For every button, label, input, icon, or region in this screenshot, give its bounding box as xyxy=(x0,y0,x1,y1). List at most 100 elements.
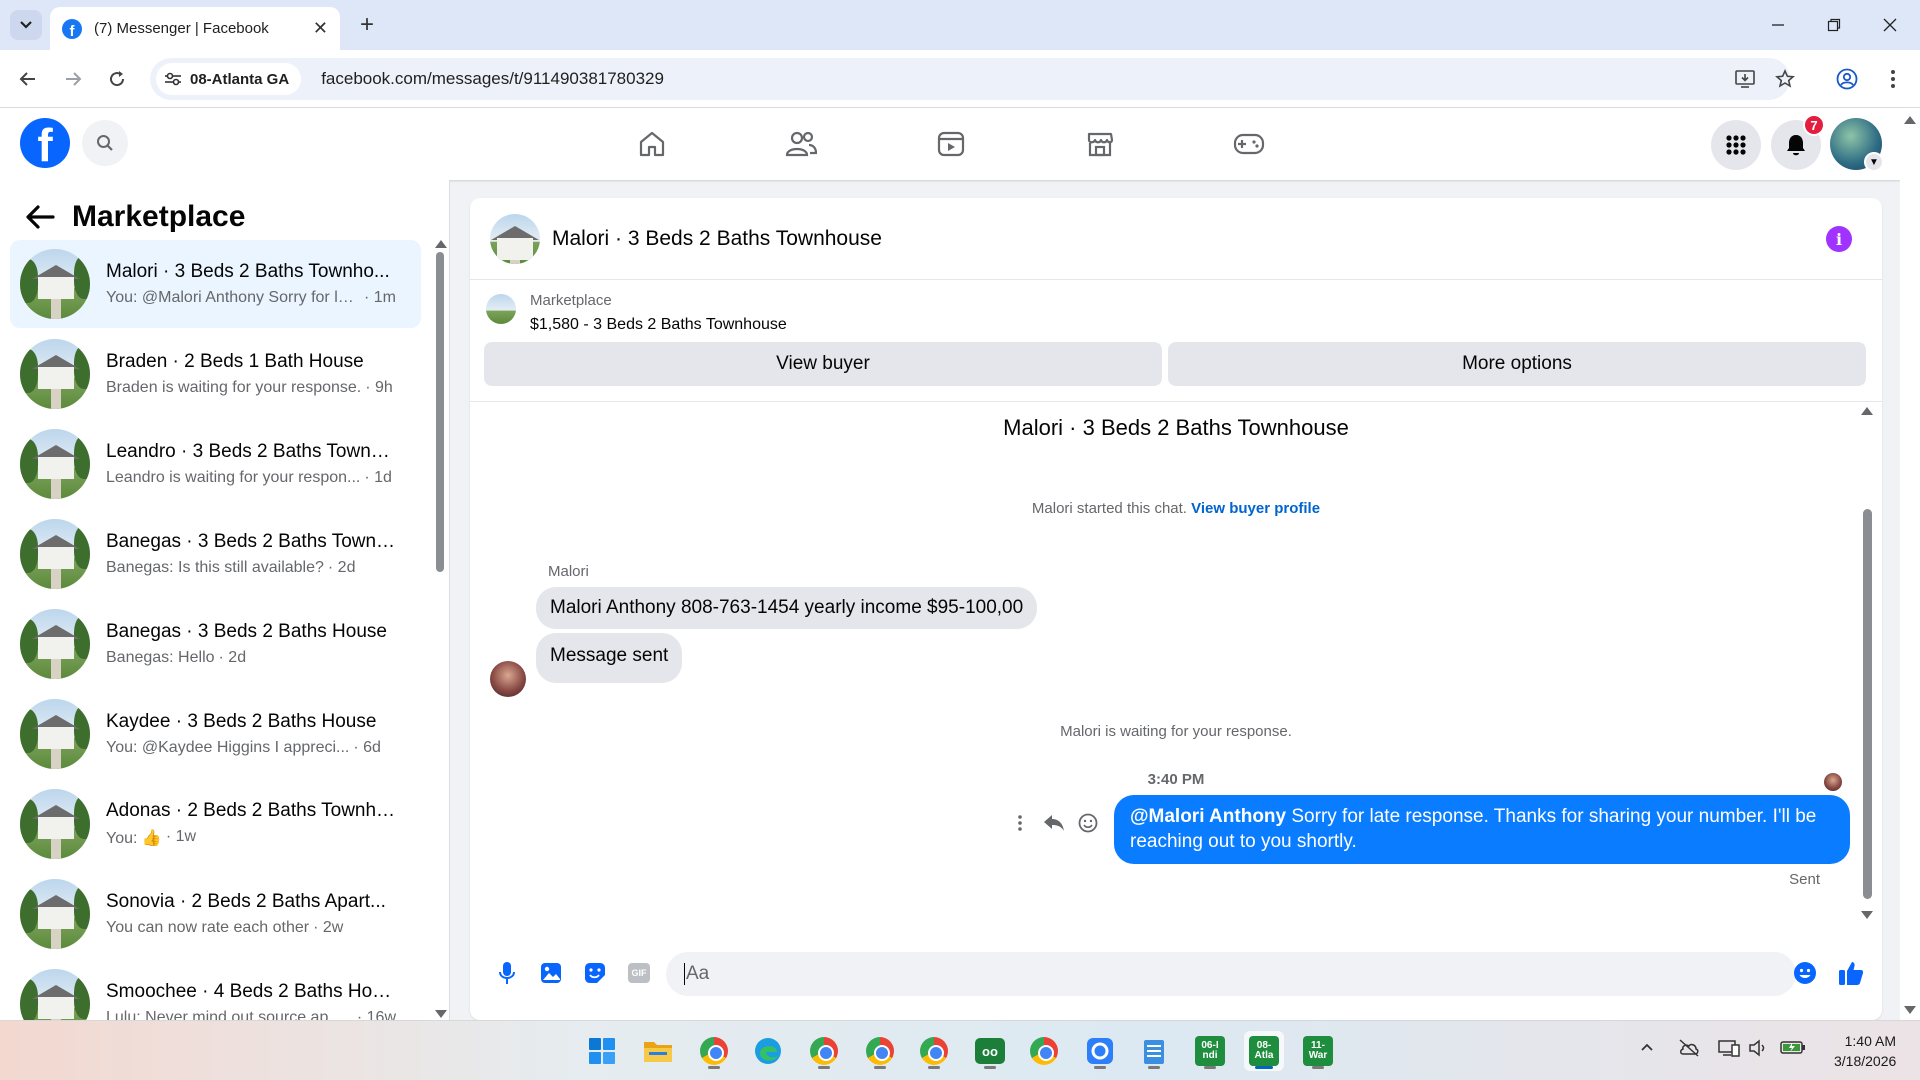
message-more-button[interactable] xyxy=(1006,809,1034,837)
nav-friends[interactable] xyxy=(771,120,831,168)
scroll-up-icon[interactable] xyxy=(435,240,447,248)
conversation-item[interactable]: Kaydee · 3 Beds 2 Baths House You: @Kayde… xyxy=(10,690,421,778)
sender-avatar[interactable] xyxy=(490,661,526,697)
browser-tab-messenger[interactable]: f (7) Messenger | Facebook ✕ xyxy=(50,7,340,50)
conversation-time: · 16w xyxy=(356,1009,396,1020)
conversation-item[interactable]: Leandro · 3 Beds 2 Baths Townh... Leandro… xyxy=(10,420,421,508)
chat-started-text: Malori started this chat. xyxy=(1031,500,1187,517)
scroll-down-icon[interactable] xyxy=(435,1010,447,1018)
incoming-message[interactable]: Malori Anthony 808-763-1454 yearly incom… xyxy=(536,587,1038,629)
scroll-up-icon[interactable] xyxy=(1904,116,1916,124)
taskbar-tile-1[interactable]: 06-I ndi xyxy=(1190,1031,1230,1071)
back-arrow-icon[interactable] xyxy=(24,204,56,230)
incoming-message[interactable]: Message sent xyxy=(536,633,683,683)
attach-photo-button[interactable] xyxy=(536,958,566,988)
conversation-list-scrollbar[interactable] xyxy=(434,240,447,1020)
address-bar[interactable]: 08-Atlanta GA facebook.com/messages/t/91… xyxy=(150,58,1790,100)
message-input[interactable]: Aa xyxy=(666,952,1796,996)
url-text[interactable]: facebook.com/messages/t/911490381780329 xyxy=(321,69,664,89)
facebook-search-button[interactable] xyxy=(82,120,128,166)
page-scrollbar[interactable] xyxy=(1900,108,1920,1020)
nav-video[interactable] xyxy=(921,120,981,168)
chrome-profile-2-button[interactable] xyxy=(804,1031,844,1071)
reload-button[interactable] xyxy=(102,64,132,94)
conversation-item[interactable]: Malori · 3 Beds 2 Baths Townho... You: @M… xyxy=(10,240,421,328)
chrome-profile-1-button[interactable] xyxy=(694,1031,734,1071)
site-info-chip[interactable]: 08-Atlanta GA xyxy=(156,63,302,95)
react-button[interactable] xyxy=(1074,809,1102,837)
start-button[interactable] xyxy=(582,1031,622,1071)
back-button[interactable] xyxy=(13,64,43,94)
profile-button[interactable] xyxy=(1832,64,1862,94)
more-vertical-icon xyxy=(1018,815,1022,831)
conversation-item[interactable]: Banegas · 3 Beds 2 Baths Townh... Banegas… xyxy=(10,510,421,598)
taskbar-tile-2[interactable]: 08- Atla xyxy=(1244,1031,1284,1071)
conversation-time: · 2d xyxy=(327,559,356,576)
chevron-down-icon: ▼ xyxy=(1864,152,1884,172)
conversation-item[interactable]: Sonovia · 2 Beds 2 Baths Apart... You can… xyxy=(10,870,421,958)
file-explorer-button[interactable] xyxy=(638,1031,678,1071)
battery-status[interactable] xyxy=(1780,1039,1806,1060)
conversation-name: Kaydee · 3 Beds 2 Baths House xyxy=(106,711,377,732)
conversation-item[interactable]: Adonas · 2 Beds 2 Baths Townho... You: 👍 ·… xyxy=(10,780,421,868)
onedrive-status[interactable] xyxy=(1678,1039,1700,1062)
notepad-button[interactable] xyxy=(1134,1031,1174,1071)
tab-search-button[interactable] xyxy=(10,10,42,40)
show-hidden-icons-button[interactable] xyxy=(1640,1039,1654,1057)
like-button[interactable] xyxy=(1836,958,1866,988)
conversation-item[interactable]: Smoochee · 4 Beds 2 Baths House Lulu: Nev… xyxy=(10,960,421,1020)
conversation-name: Banegas · 3 Beds 2 Baths Townh... xyxy=(106,531,396,552)
view-buyer-button[interactable]: View buyer xyxy=(484,342,1162,386)
install-app-button[interactable] xyxy=(1730,64,1760,94)
more-options-button[interactable]: More options xyxy=(1168,342,1866,386)
nav-marketplace[interactable] xyxy=(1070,120,1130,168)
browser-menu-button[interactable] xyxy=(1878,64,1908,94)
menu-grid-button[interactable] xyxy=(1711,120,1761,170)
minimize-button[interactable] xyxy=(1758,10,1798,40)
voicemeeter-button[interactable]: oo xyxy=(970,1031,1010,1071)
close-window-button[interactable] xyxy=(1870,10,1910,40)
reply-button[interactable] xyxy=(1040,809,1068,837)
volume-status[interactable] xyxy=(1748,1039,1768,1062)
signal-button[interactable] xyxy=(1080,1031,1120,1071)
nav-home[interactable] xyxy=(622,120,682,168)
listing-avatar[interactable] xyxy=(490,213,540,264)
chrome-profile-3-button[interactable] xyxy=(860,1031,900,1071)
chat-title[interactable]: Malori · 3 Beds 2 Baths Townhouse xyxy=(552,227,882,251)
conversation-item[interactable]: Banegas · 3 Beds 2 Baths House Banegas: H… xyxy=(10,600,421,688)
sticker-button[interactable] xyxy=(580,958,610,988)
view-buyer-profile-link[interactable]: View buyer profile xyxy=(1191,500,1320,517)
scrollbar-thumb[interactable] xyxy=(436,252,444,572)
chrome-icon xyxy=(700,1037,728,1065)
scroll-down-icon[interactable] xyxy=(1904,1006,1916,1014)
chrome-profile-4-button[interactable] xyxy=(914,1031,954,1071)
conversation-item[interactable]: Braden · 2 Beds 1 Bath House Braden is wa… xyxy=(10,330,421,418)
profile-avatar[interactable]: ▼ xyxy=(1830,118,1884,172)
network-icon xyxy=(1718,1040,1740,1057)
info-icon[interactable]: i xyxy=(1826,226,1852,252)
system-clock[interactable]: 1:40 AM 3/18/2026 xyxy=(1834,1031,1896,1071)
notifications-button[interactable]: 7 xyxy=(1771,114,1825,170)
outgoing-message[interactable]: @Malori Anthony Sorry for late response.… xyxy=(1114,795,1850,865)
nav-gaming[interactable] xyxy=(1219,120,1279,168)
message-mention[interactable]: @Malori Anthony xyxy=(1130,806,1286,827)
taskbar-tile-3[interactable]: 11- War xyxy=(1298,1031,1338,1071)
scrollbar-thumb[interactable] xyxy=(1863,509,1872,899)
bookmark-button[interactable] xyxy=(1770,64,1800,94)
thread-scrollbar[interactable] xyxy=(1860,403,1874,919)
scroll-down-icon[interactable] xyxy=(1861,911,1873,919)
panel-header: Marketplace xyxy=(0,192,245,242)
emoji-button[interactable] xyxy=(1790,958,1820,988)
facebook-logo-icon[interactable]: f xyxy=(20,118,70,168)
gif-button[interactable]: GIF xyxy=(624,958,654,988)
forward-button[interactable] xyxy=(58,64,88,94)
voice-clip-button[interactable] xyxy=(492,958,522,988)
edge-button[interactable] xyxy=(748,1031,788,1071)
tab-close-icon[interactable]: ✕ xyxy=(313,18,328,39)
new-tab-button[interactable]: + xyxy=(352,10,382,40)
bell-icon xyxy=(1787,135,1805,156)
restore-button[interactable] xyxy=(1814,10,1854,40)
scroll-up-icon[interactable] xyxy=(1861,407,1873,415)
network-status[interactable] xyxy=(1718,1039,1740,1062)
chrome-profile-5-button[interactable] xyxy=(1024,1031,1064,1071)
